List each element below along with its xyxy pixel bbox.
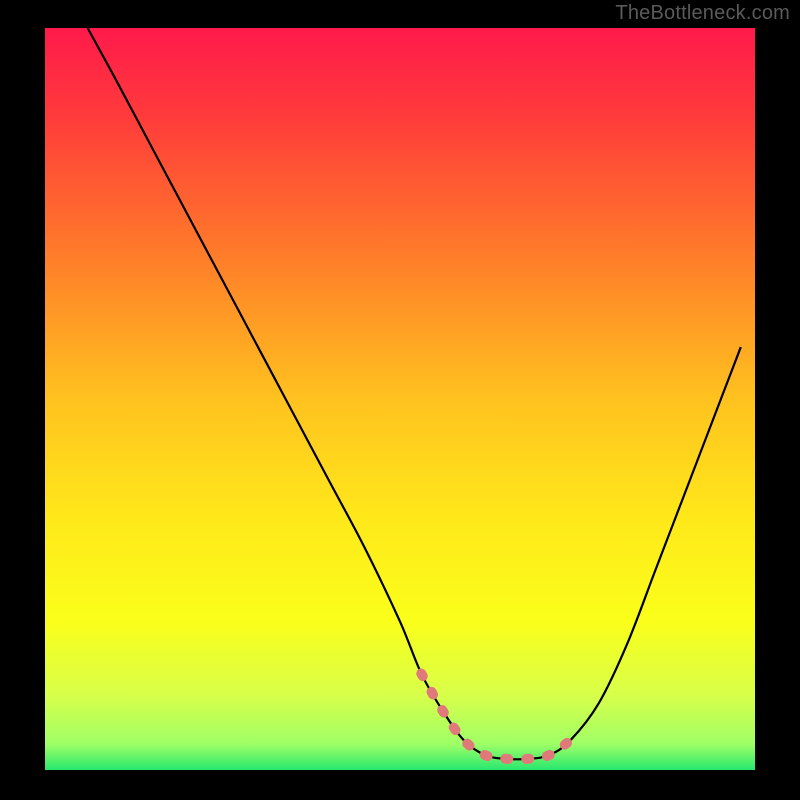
chart-frame: TheBottleneck.com [0,0,800,800]
bottleneck-chart [0,0,800,800]
gradient-background [45,28,755,770]
watermark-text: TheBottleneck.com [615,2,790,25]
